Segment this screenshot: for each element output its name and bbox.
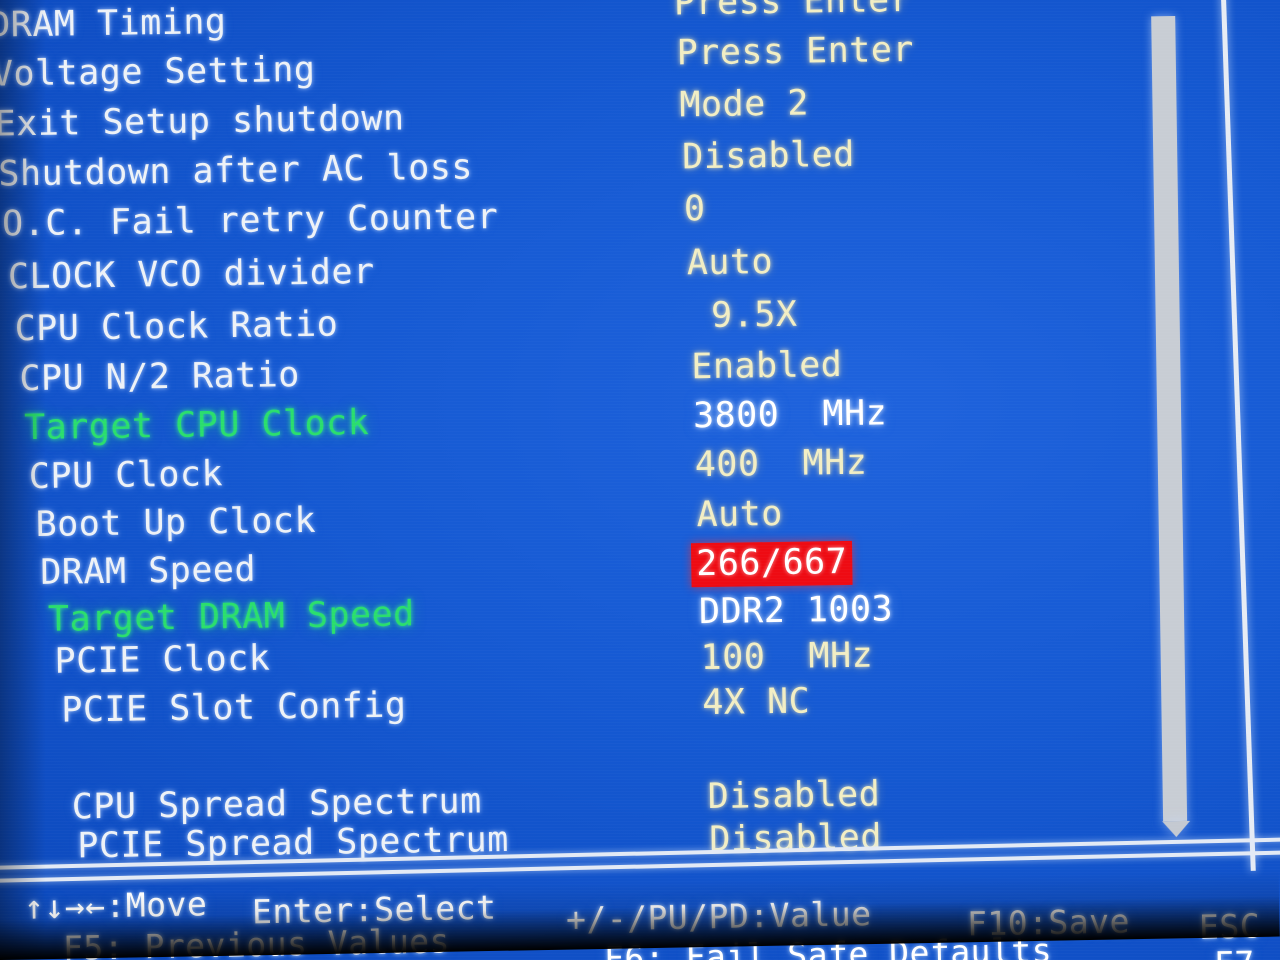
bios-screen: DRAM Timing Voltage Setting Exit Setup s… bbox=[0, 0, 1280, 960]
hint-previous-values: F5: Previous Values bbox=[62, 921, 451, 960]
hint-value: +/-/PU/PD:Value bbox=[565, 894, 872, 939]
hint-move: ↑↓→←:Move bbox=[23, 884, 208, 927]
hint-f7: F7 bbox=[1214, 944, 1255, 960]
hint-fail-safe: F6: Fail Safe Defaults bbox=[603, 930, 1053, 960]
footer-help-bar: ↑↓→←:Move Enter:Select +/-/PU/PD:Value F… bbox=[0, 0, 1280, 960]
hint-esc: ESC bbox=[1198, 906, 1261, 947]
